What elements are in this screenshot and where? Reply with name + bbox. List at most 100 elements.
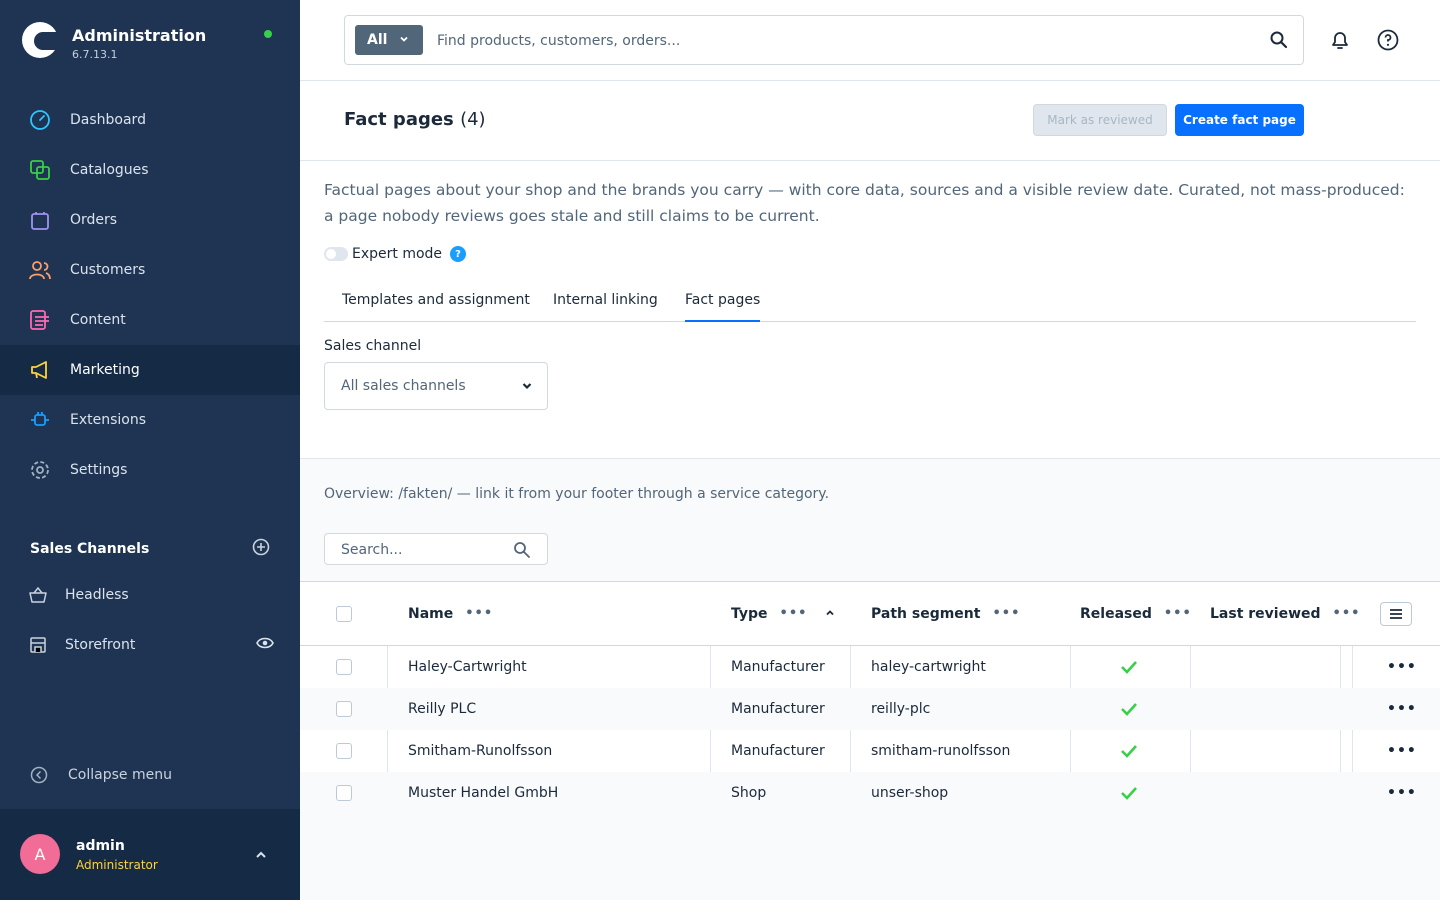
nav-item-catalogues[interactable]: Catalogues [0, 145, 300, 195]
tab-templates[interactable]: Templates and assignment [342, 292, 530, 322]
overview-text: Overview: /fakten/ — link it from your f… [324, 486, 830, 502]
add-sales-channel-icon[interactable] [252, 538, 270, 560]
cell-name[interactable]: Smitham-Runolfsson [408, 730, 552, 772]
brand[interactable]: Administration 6.7.13.1 [22, 22, 206, 61]
search-icon[interactable] [1269, 30, 1289, 54]
column-menu-icon[interactable]: ••• [992, 606, 1020, 621]
column-header-name[interactable]: Name ••• [408, 582, 493, 645]
row-actions-icon[interactable]: ••• [1387, 730, 1417, 772]
bell-icon[interactable] [1328, 28, 1352, 56]
cell-path: haley-cartwright [871, 659, 986, 675]
select-all-checkbox[interactable] [336, 605, 352, 622]
expert-mode: Expert mode ? [324, 246, 467, 262]
check-icon [1120, 646, 1138, 688]
page-title-text: Fact pages [344, 109, 454, 130]
cell-type: Manufacturer [731, 659, 825, 675]
collapse-menu[interactable]: Collapse menu [30, 764, 172, 786]
sales-channel-headless[interactable]: Headless [29, 583, 274, 607]
nav-label: Orders [70, 212, 118, 228]
table-row[interactable]: Reilly PLC Manufacturer reilly-plc ••• [300, 688, 1440, 730]
column-menu-icon[interactable]: ••• [1164, 606, 1192, 621]
eye-icon[interactable] [256, 636, 274, 654]
cell-type: Manufacturer [731, 701, 825, 717]
row-checkbox[interactable] [336, 785, 352, 801]
search-input[interactable] [437, 28, 1237, 54]
cell-name[interactable]: Muster Handel GmbH [408, 772, 558, 814]
column-label: Path segment [871, 605, 981, 622]
nav-item-content[interactable]: Content [0, 295, 300, 345]
status-dot [264, 30, 272, 38]
column-header-path[interactable]: Path segment ••• [871, 582, 1020, 645]
chevron-up-icon[interactable] [254, 847, 268, 866]
main-nav: Dashboard Catalogues Orders Customers Co… [0, 95, 300, 495]
plug-icon [29, 409, 51, 431]
nav-label: Customers [70, 262, 146, 278]
nav-label: Catalogues [70, 162, 149, 178]
check-icon [1120, 772, 1138, 814]
grid-header: Name ••• Type ••• Path segment ••• Relea… [300, 582, 1440, 646]
column-label: Last reviewed [1210, 605, 1321, 622]
sales-channel-value: All sales channels [341, 378, 466, 394]
nav-item-dashboard[interactable]: Dashboard [0, 95, 300, 145]
megaphone-icon [29, 359, 51, 381]
storefront-icon [29, 634, 47, 656]
search-icon[interactable] [513, 541, 531, 563]
row-checkbox[interactable] [336, 659, 352, 675]
table-row[interactable]: Muster Handel GmbH Shop unser-shop ••• [300, 772, 1440, 814]
column-header-released[interactable]: Released ••• [1080, 582, 1192, 645]
user-role: Administrator [76, 858, 158, 872]
nav-label: Marketing [70, 362, 140, 378]
collapse-label: Collapse menu [68, 767, 172, 783]
column-menu-icon[interactable]: ••• [780, 606, 808, 621]
cell-path: smitham-runolfsson [871, 743, 1011, 759]
cell-name[interactable]: Haley-Cartwright [408, 646, 527, 688]
help-badge-icon[interactable]: ? [450, 246, 467, 262]
row-checkbox[interactable] [336, 743, 352, 759]
chevron-down-icon [399, 32, 409, 48]
cell-path: reilly-plc [871, 701, 931, 717]
row-actions-icon[interactable]: ••• [1387, 646, 1417, 688]
nav-item-customers[interactable]: Customers [0, 245, 300, 295]
app-version: 6.7.13.1 [72, 48, 118, 61]
nav-item-extensions[interactable]: Extensions [0, 395, 300, 445]
column-menu-icon[interactable]: ••• [465, 606, 493, 621]
table-row[interactable]: Haley-Cartwright Manufacturer haley-cart… [300, 646, 1440, 688]
user-menu[interactable]: A admin Administrator [0, 809, 300, 900]
sales-channel-storefront[interactable]: Storefront [29, 633, 274, 657]
nav-item-orders[interactable]: Orders [0, 195, 300, 245]
mark-as-reviewed-button[interactable]: Mark as reviewed [1033, 104, 1167, 136]
gauge-icon [29, 109, 51, 131]
create-fact-page-button[interactable]: Create fact page [1175, 104, 1304, 136]
gear-icon [29, 459, 51, 481]
nav-item-marketing[interactable]: Marketing [0, 345, 300, 395]
sales-channel-label: Headless [65, 587, 129, 603]
sort-ascending-icon[interactable] [825, 606, 835, 622]
tab-internal-linking[interactable]: Internal linking [553, 292, 658, 322]
sales-channels-header: Sales Channels [30, 538, 270, 560]
user-name: admin [76, 838, 125, 854]
cell-type: Manufacturer [731, 743, 825, 759]
list-search-input[interactable] [341, 540, 511, 560]
tab-fact-pages[interactable]: Fact pages [685, 292, 761, 322]
expert-mode-toggle[interactable] [324, 247, 348, 261]
cell-name[interactable]: Reilly PLC [408, 688, 476, 730]
bag-icon [29, 209, 51, 231]
table-row[interactable]: Smitham-Runolfsson Manufacturer smitham-… [300, 730, 1440, 772]
row-actions-icon[interactable]: ••• [1387, 688, 1417, 730]
sales-channel-label: Sales channel [324, 338, 422, 354]
nav-item-settings[interactable]: Settings [0, 445, 300, 495]
column-header-type[interactable]: Type ••• [731, 582, 835, 645]
grid-settings-button[interactable] [1380, 601, 1412, 626]
sales-channel-select[interactable]: All sales channels [324, 362, 548, 410]
row-actions-icon[interactable]: ••• [1387, 772, 1417, 814]
column-label: Released [1080, 605, 1152, 622]
row-checkbox[interactable] [336, 701, 352, 717]
search-type-label: All [367, 32, 388, 48]
top-bar: All [300, 0, 1440, 81]
help-icon[interactable] [1376, 28, 1400, 56]
column-header-last-reviewed[interactable]: Last reviewed ••• [1210, 582, 1360, 645]
column-menu-icon[interactable]: ••• [1333, 606, 1361, 621]
content-icon [29, 309, 51, 331]
search-type-dropdown[interactable]: All [355, 25, 423, 55]
check-icon [1120, 688, 1138, 730]
